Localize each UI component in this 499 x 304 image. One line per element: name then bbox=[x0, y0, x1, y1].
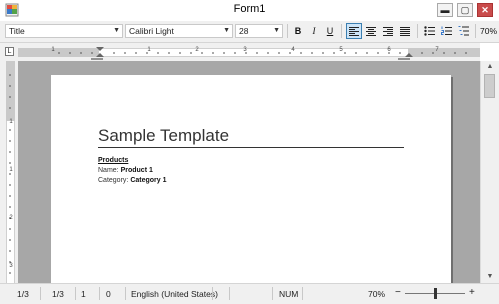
status-column: 0 bbox=[106, 289, 111, 299]
toolbar-separator bbox=[475, 24, 476, 38]
name-label: Name: bbox=[98, 167, 119, 174]
status-separator bbox=[302, 287, 303, 300]
style-value: Title bbox=[9, 26, 25, 36]
ruler-corner: L bbox=[0, 43, 18, 61]
minimize-button[interactable]: ▬ bbox=[437, 3, 453, 17]
chevron-down-icon[interactable]: ▼ bbox=[113, 25, 120, 37]
align-left-button[interactable] bbox=[346, 23, 362, 39]
bold-icon: B bbox=[294, 26, 302, 36]
svg-text:6: 6 bbox=[387, 47, 391, 53]
title-underline-divider bbox=[98, 147, 404, 148]
style-combo[interactable]: Title ▼ bbox=[5, 24, 123, 38]
justify-button[interactable] bbox=[397, 23, 413, 39]
svg-text:2: 2 bbox=[195, 47, 199, 53]
name-field-line[interactable]: Name: Product 1 bbox=[98, 167, 153, 174]
minimize-icon: ▬ bbox=[440, 4, 450, 15]
svg-text:1: 1 bbox=[51, 47, 55, 53]
status-separator bbox=[125, 287, 126, 300]
italic-icon: I bbox=[312, 26, 316, 36]
tab-selector-button[interactable]: L bbox=[5, 47, 14, 56]
ruler-ticks: 1 1 2 3 bbox=[9, 74, 13, 274]
svg-text:5: 5 bbox=[339, 47, 343, 53]
numbering-icon bbox=[440, 26, 452, 35]
vertical-scrollbar[interactable]: ▲ ▼ bbox=[480, 61, 499, 283]
status-line: 1 bbox=[81, 289, 86, 299]
category-value: Category 1 bbox=[130, 177, 167, 184]
scroll-up-icon[interactable]: ▲ bbox=[481, 61, 499, 73]
zoom-slider-thumb[interactable] bbox=[434, 288, 437, 299]
chevron-down-icon[interactable]: ▼ bbox=[223, 25, 230, 37]
maximize-icon: ▢ bbox=[460, 4, 470, 15]
chevron-down-icon[interactable]: ▼ bbox=[273, 25, 280, 37]
svg-text:1: 1 bbox=[9, 167, 13, 173]
toolbar-zoom-label[interactable]: 70% bbox=[480, 26, 497, 36]
numbering-button[interactable] bbox=[438, 23, 454, 39]
status-separator bbox=[212, 287, 213, 300]
document-page[interactable]: Sample Template Products Name: Product 1… bbox=[51, 75, 451, 283]
vertical-ruler[interactable]: 1 1 2 3 bbox=[0, 61, 18, 283]
category-field-line[interactable]: Category: Category 1 bbox=[98, 177, 167, 184]
svg-text:2: 2 bbox=[9, 215, 13, 221]
status-separator bbox=[229, 287, 230, 300]
status-bar: 1/3 1/3 1 0 English (United States) NUM … bbox=[0, 283, 499, 304]
font-value: Calibri Light bbox=[129, 26, 174, 36]
align-left-icon bbox=[349, 26, 359, 36]
underline-icon: U bbox=[326, 26, 334, 36]
status-num-lock: NUM bbox=[279, 289, 299, 299]
ruler-ticks: 1 1 2 3 4 5 6 7 bbox=[51, 47, 467, 60]
status-zoom-percent[interactable]: 70% bbox=[368, 289, 385, 299]
maximize-button[interactable]: ▢ bbox=[457, 3, 473, 17]
bullets-button[interactable] bbox=[421, 23, 437, 39]
document-title[interactable]: Sample Template bbox=[98, 126, 229, 146]
svg-text:1: 1 bbox=[9, 119, 13, 125]
status-page: 1/3 bbox=[17, 289, 29, 299]
align-center-icon bbox=[366, 26, 376, 36]
close-button[interactable]: ✕ bbox=[477, 3, 493, 17]
font-combo[interactable]: Calibri Light ▼ bbox=[125, 24, 233, 38]
name-value: Product 1 bbox=[120, 167, 153, 174]
svg-text:4: 4 bbox=[291, 47, 295, 53]
zoom-out-button[interactable]: − bbox=[395, 287, 401, 298]
underline-button[interactable]: U bbox=[322, 23, 338, 39]
scrollbar-thumb[interactable] bbox=[484, 74, 495, 98]
toolbar-separator bbox=[417, 24, 418, 38]
bold-button[interactable]: B bbox=[290, 23, 306, 39]
toolbar-separator bbox=[287, 24, 288, 38]
bullets-icon bbox=[423, 26, 435, 36]
category-label: Category: bbox=[98, 177, 129, 184]
zoom-in-button[interactable]: + bbox=[469, 287, 475, 298]
font-size-combo[interactable]: 28 ▼ bbox=[235, 24, 283, 38]
section-heading[interactable]: Products bbox=[98, 157, 128, 164]
svg-text:3: 3 bbox=[9, 263, 13, 269]
italic-button[interactable]: I bbox=[306, 23, 322, 39]
scroll-down-icon[interactable]: ▼ bbox=[481, 271, 499, 283]
justify-icon bbox=[400, 26, 410, 36]
align-center-button[interactable] bbox=[363, 23, 379, 39]
font-size-value: 28 bbox=[239, 26, 249, 36]
svg-text:7: 7 bbox=[435, 47, 439, 53]
status-section: 1/3 bbox=[52, 289, 64, 299]
window-title: Form1 bbox=[233, 3, 266, 15]
status-separator bbox=[99, 287, 100, 300]
status-separator bbox=[40, 287, 41, 300]
multilevel-list-button[interactable] bbox=[455, 23, 471, 39]
title-bar: Form1 ▬ ▢ ✕ bbox=[0, 0, 499, 22]
formatting-toolbar: Title ▼ Calibri Light ▼ 28 ▼ B I U 70% bbox=[0, 21, 499, 43]
multilevel-list-icon bbox=[458, 26, 469, 36]
status-separator bbox=[272, 287, 273, 300]
svg-text:3: 3 bbox=[243, 47, 247, 53]
horizontal-ruler[interactable]: 1 1 2 3 4 5 6 7 bbox=[18, 43, 480, 61]
status-language[interactable]: English (United States) bbox=[131, 289, 218, 299]
document-canvas[interactable]: Sample Template Products Name: Product 1… bbox=[18, 61, 480, 283]
align-right-icon bbox=[383, 26, 393, 36]
close-icon: ✕ bbox=[481, 4, 489, 15]
status-separator bbox=[75, 287, 76, 300]
toolbar-separator bbox=[341, 24, 342, 38]
svg-text:1: 1 bbox=[147, 47, 151, 53]
align-right-button[interactable] bbox=[380, 23, 396, 39]
